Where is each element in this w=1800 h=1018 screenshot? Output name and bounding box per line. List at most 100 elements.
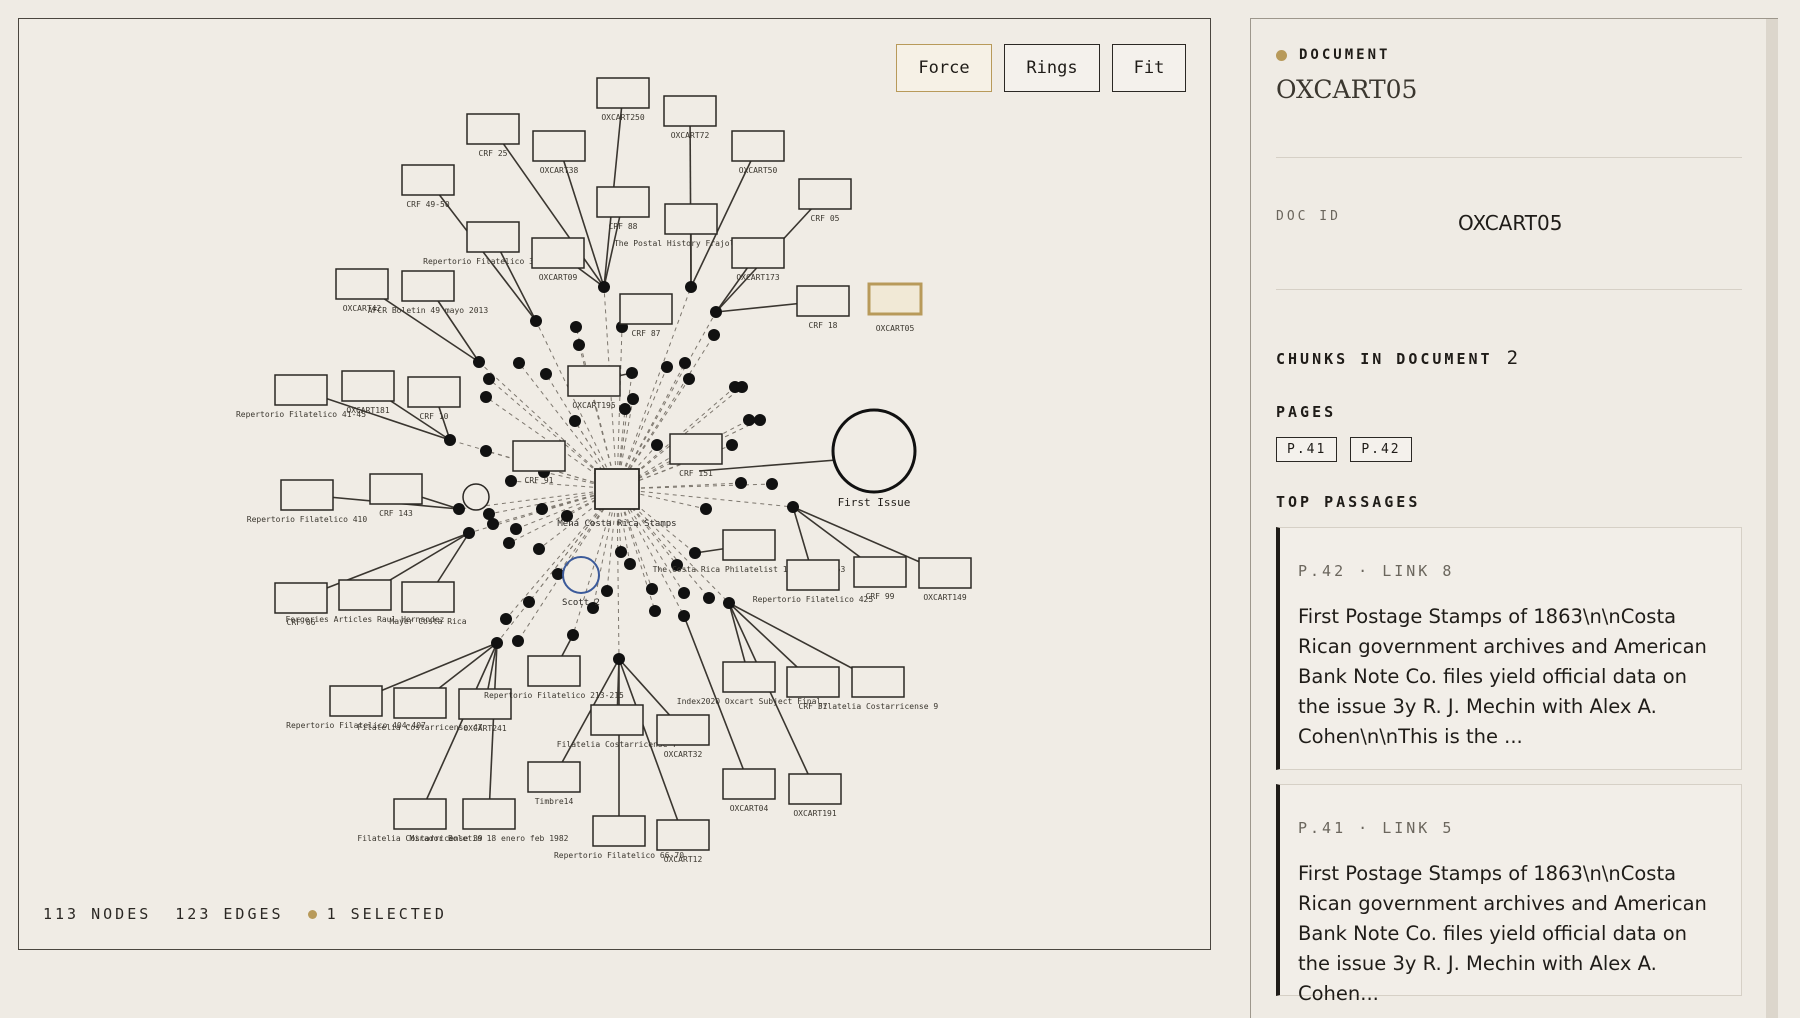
document-node[interactable] [590,704,644,736]
document-node[interactable] [407,376,461,408]
document-node[interactable] [731,237,785,269]
selected-document-node[interactable] [867,282,923,316]
node-label[interactable]: OXCART38 [540,166,579,175]
node-label[interactable]: CRF 87 [632,329,661,338]
document-node[interactable] [731,130,785,162]
document-node[interactable] [531,237,585,269]
chunk-node[interactable] [661,361,673,373]
document-node[interactable] [918,557,972,589]
chunk-node[interactable] [480,445,492,457]
chunk-node[interactable] [473,356,485,368]
panel-scrollbar[interactable] [1766,19,1778,1018]
document-node[interactable] [567,365,621,397]
node-label[interactable]: OXCART50 [739,166,778,175]
node-label[interactable]: CRF 18 [809,321,838,330]
node-label[interactable]: CRF 91 [525,476,554,485]
chunk-node[interactable] [627,393,639,405]
document-node[interactable] [786,666,840,698]
chunk-node[interactable] [787,501,799,513]
node-label[interactable]: CRF 151 [679,469,713,478]
document-node[interactable] [335,268,389,300]
chunk-node[interactable] [723,597,735,609]
chunk-node[interactable] [483,508,495,520]
document-node[interactable] [532,130,586,162]
network-graph[interactable]: OXCART250 OXCART72 CRF 25 OXCART38 OXCART50 C… [19,19,1212,951]
passage-card[interactable]: P.42 · LINK 8 First Postage Stamps of 18… [1276,527,1742,770]
chunk-node[interactable] [689,547,701,559]
chunk-node[interactable] [700,503,712,515]
node-label[interactable]: OXCART250 [601,113,645,122]
chunk-node[interactable] [536,503,548,515]
chunk-node[interactable] [444,434,456,446]
document-node[interactable] [274,374,328,406]
chunk-node[interactable] [626,367,638,379]
chunk-node[interactable] [679,357,691,369]
chunk-node[interactable] [710,306,722,318]
chunk-node[interactable] [703,592,715,604]
document-node[interactable] [466,221,520,253]
chunk-node[interactable] [503,537,515,549]
document-node[interactable] [663,95,717,127]
node-label[interactable]: Filatelia Costarricense 9 [818,702,939,711]
chunk-node[interactable] [530,315,542,327]
small-circle-node[interactable] [462,483,490,511]
document-node[interactable] [512,440,566,472]
node-label[interactable]: OXCART241 [463,724,507,733]
node-label[interactable]: OXCART05 [876,324,915,333]
chunk-node[interactable] [601,585,613,597]
document-node[interactable] [656,714,710,746]
node-label[interactable]: OXCART12 [664,855,703,864]
chunk-node[interactable] [735,477,747,489]
chunk-node[interactable] [624,558,636,570]
document-node[interactable] [596,186,650,218]
node-label[interactable]: OXCART32 [664,750,703,759]
scott-node[interactable] [562,556,600,594]
chunk-node[interactable] [570,321,582,333]
document-node[interactable] [329,685,383,717]
chunk-node[interactable] [766,478,778,490]
chunk-node[interactable] [573,339,585,351]
chunk-node[interactable] [540,368,552,380]
chunk-node[interactable] [505,475,517,487]
document-node[interactable] [664,203,718,235]
chunk-node[interactable] [453,503,465,515]
node-label[interactable]: OXCART173 [736,273,780,282]
chunk-node[interactable] [480,391,492,403]
node-label[interactable]: Repertorio Filatelico 213-215 [484,691,624,700]
node-label[interactable]: OXCART191 [793,809,837,818]
node-label[interactable]: CRF 49-50 [406,200,450,209]
chunk-node[interactable] [683,373,695,385]
node-label[interactable]: OXCART149 [923,593,967,602]
chunk-node[interactable] [567,629,579,641]
chunk-node[interactable] [513,357,525,369]
chunk-node[interactable] [463,527,475,539]
fit-view-button[interactable]: Fit [1112,44,1186,92]
chunk-node[interactable] [708,329,720,341]
document-node[interactable] [338,579,392,611]
node-label[interactable]: Repertorio Filatelico 425 [753,595,874,604]
document-node[interactable] [722,529,776,561]
chunk-node[interactable] [649,605,661,617]
node-label[interactable]: Scott 2 [562,598,600,608]
hub-node[interactable] [594,468,640,510]
chunk-node[interactable] [651,439,663,451]
first-issue-node[interactable] [831,408,917,494]
document-node[interactable] [722,768,776,800]
node-label[interactable]: OXCART195 [572,401,616,410]
chunk-node[interactable] [678,610,690,622]
document-node[interactable] [619,293,673,325]
document-node[interactable] [656,819,710,851]
document-node[interactable] [798,178,852,210]
chunk-node[interactable] [646,583,658,595]
node-label[interactable]: CRF 99 [866,592,895,601]
node-label[interactable]: CRF 88 [609,222,638,231]
chunk-node[interactable] [619,403,631,415]
chunk-node[interactable] [512,635,524,647]
chunk-node[interactable] [598,281,610,293]
node-label[interactable]: OXCART72 [671,131,710,140]
chunk-node[interactable] [678,587,690,599]
chunk-node[interactable] [726,439,738,451]
chunk-node[interactable] [533,543,545,555]
document-node[interactable] [592,815,646,847]
document-node[interactable] [393,798,447,830]
